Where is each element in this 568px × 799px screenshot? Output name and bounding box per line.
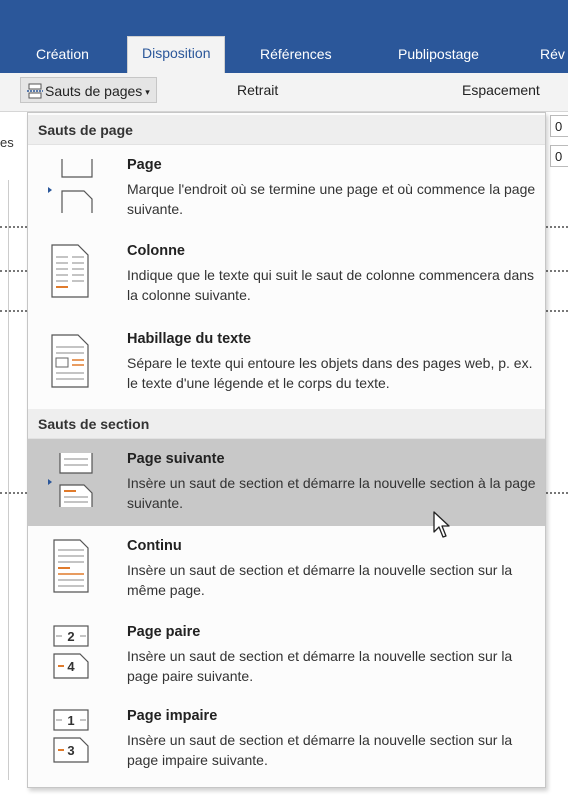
menu-item-column[interactable]: Colonne Indique que le texte qui suit le… [28, 233, 545, 323]
section-breaks-header: Sauts de section [28, 409, 545, 439]
spacing-after-input[interactable]: 0 [550, 145, 568, 167]
dotted-guide [546, 226, 568, 228]
menu-item-title: Page paire [127, 624, 201, 640]
menu-item-odd-page[interactable]: 1 3 Page impaire Insère un saut de secti… [28, 698, 545, 786]
menu-item-title: Continu [127, 538, 182, 554]
page-breaks-header: Sauts de page [28, 115, 545, 145]
chevron-down-icon: ▾ [145, 87, 150, 97]
even-icon-top-number: 2 [67, 629, 74, 644]
dotted-guide [546, 492, 568, 494]
dotted-guide [0, 492, 27, 494]
menu-item-title: Page suivante [127, 451, 225, 467]
menu-item-description: Insère un saut de section et démarre la … [127, 475, 536, 511]
breaks-button-label: Sauts de pages [45, 83, 143, 99]
dotted-guide [546, 310, 568, 312]
even-icon-bottom-number: 4 [67, 659, 75, 674]
tab-references[interactable]: Références [260, 38, 332, 73]
dotted-guide [0, 226, 27, 228]
odd-page-section-icon: 1 3 [53, 709, 89, 763]
breaks-button[interactable]: Sauts de pages ▾ [20, 77, 157, 103]
even-page-section-icon: 2 4 [53, 625, 89, 679]
text-wrapping-icon [51, 334, 89, 388]
ribbon-fragment-text: es [0, 135, 14, 150]
menu-item-title: Colonne [127, 243, 185, 259]
menu-item-next-page[interactable]: Page suivante Insère un saut de section … [28, 439, 545, 526]
dotted-guide [546, 270, 568, 272]
column-break-icon [51, 244, 89, 298]
menu-item-text-wrapping[interactable]: Habillage du texte Sépare le texte qui e… [28, 323, 545, 409]
tab-publipostage[interactable]: Publipostage [398, 38, 479, 73]
spacing-label: Espacement [462, 82, 540, 98]
menu-item-description: Insère un saut de section et démarre la … [127, 648, 513, 684]
odd-icon-bottom-number: 3 [67, 743, 74, 758]
indent-label: Retrait [237, 82, 279, 98]
tab-creation[interactable]: Création [36, 38, 89, 73]
dotted-guide [0, 270, 27, 272]
tab-disposition[interactable]: Disposition [127, 36, 226, 73]
next-page-section-icon [48, 453, 93, 507]
menu-item-title: Habillage du texte [127, 331, 252, 347]
odd-icon-top-number: 1 [67, 713, 74, 728]
menu-item-description: Sépare le texte qui entoure les objets d… [127, 355, 533, 391]
menu-item-continuous[interactable]: Continu Insère un saut de section et dém… [28, 526, 545, 614]
menu-item-description: Insère un saut de section et démarre la … [127, 732, 513, 768]
menu-item-even-page[interactable]: 2 4 Page paire Insère un saut de section… [28, 614, 545, 698]
breaks-dropdown-menu: Sauts de page Page Marque l'endroit où s… [27, 112, 546, 788]
page-break-icon [27, 83, 43, 99]
tab-revision[interactable]: Rév [540, 38, 565, 73]
page-break-item-icon [48, 159, 93, 213]
menu-item-page[interactable]: Page Marque l'endroit où se termine une … [28, 145, 545, 233]
menu-item-title: Page [127, 157, 162, 173]
menu-item-description: Marque l'endroit où se termine une page … [127, 181, 536, 217]
spacing-before-input[interactable]: 0 [550, 115, 568, 137]
menu-item-description: Insère un saut de section et démarre la … [127, 562, 513, 598]
dotted-guide [0, 310, 27, 312]
menu-item-description: Indique que le texte qui suit le saut de… [127, 267, 535, 303]
menu-item-title: Page impaire [127, 708, 218, 724]
ribbon-tab-bar: Création Disposition Références Publipos… [0, 0, 568, 73]
ribbon-toolbar: Sauts de pages ▾ Retrait Espacement [0, 73, 568, 112]
mouse-cursor-icon [433, 511, 450, 538]
continuous-section-icon [53, 539, 89, 593]
